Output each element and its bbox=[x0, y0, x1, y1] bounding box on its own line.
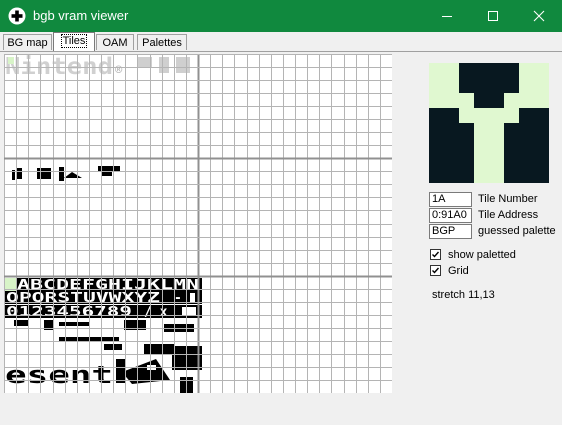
tab-palettes[interactable]: Palettes bbox=[137, 34, 187, 50]
close-icon bbox=[533, 10, 545, 22]
tile-address-field[interactable]: 0:91A0 bbox=[429, 208, 472, 223]
tile-preview bbox=[429, 63, 549, 183]
grid-checkbox[interactable] bbox=[430, 265, 441, 276]
tab-tiles[interactable]: Tiles bbox=[53, 32, 95, 51]
presents-tiles: esent bbox=[5, 361, 113, 389]
tab-oam[interactable]: OAM bbox=[96, 34, 134, 50]
title-bar: bgb vram viewer bbox=[0, 0, 562, 32]
palette-field[interactable]: BGP bbox=[429, 224, 472, 239]
maximize-icon bbox=[488, 11, 498, 21]
tile-number-label: Tile Number bbox=[478, 193, 538, 205]
game-controller-icon bbox=[8, 7, 26, 25]
close-button[interactable] bbox=[516, 0, 562, 32]
tab-label: Palettes bbox=[142, 37, 182, 49]
window-title: bgb vram viewer bbox=[33, 8, 129, 23]
grid-label: Grid bbox=[448, 265, 469, 277]
tile-canvas[interactable]: Nintend ® ABCDEFGHIJKLMN OPQRSTUVWXYZ - … bbox=[4, 54, 392, 393]
svg-text:-: - bbox=[174, 291, 182, 306]
tab-panel-border bbox=[0, 51, 562, 52]
show-paletted-label: show paletted bbox=[448, 249, 516, 261]
stretch-readout: stretch 11,13 bbox=[432, 289, 495, 301]
checkmark-icon bbox=[432, 251, 440, 258]
palette-label: guessed palette bbox=[478, 225, 556, 237]
tab-bar: BG map Tiles OAM Palettes bbox=[0, 32, 562, 52]
show-paletted-checkbox[interactable] bbox=[430, 249, 441, 260]
tile-address-label: Tile Address bbox=[478, 209, 539, 221]
maximize-button[interactable] bbox=[470, 0, 516, 32]
minimize-button[interactable] bbox=[424, 0, 470, 32]
registered-mark-tile: ® bbox=[115, 63, 123, 77]
tab-label: Tiles bbox=[60, 34, 88, 48]
tab-label: OAM bbox=[102, 37, 128, 49]
tab-label: BG map bbox=[7, 37, 48, 49]
tab-bg-map[interactable]: BG map bbox=[3, 34, 52, 50]
svg-text:/ x: / x bbox=[144, 305, 168, 320]
minimize-icon bbox=[442, 16, 452, 17]
checkmark-icon bbox=[432, 267, 440, 274]
tile-number-field[interactable]: 1A bbox=[429, 192, 472, 207]
